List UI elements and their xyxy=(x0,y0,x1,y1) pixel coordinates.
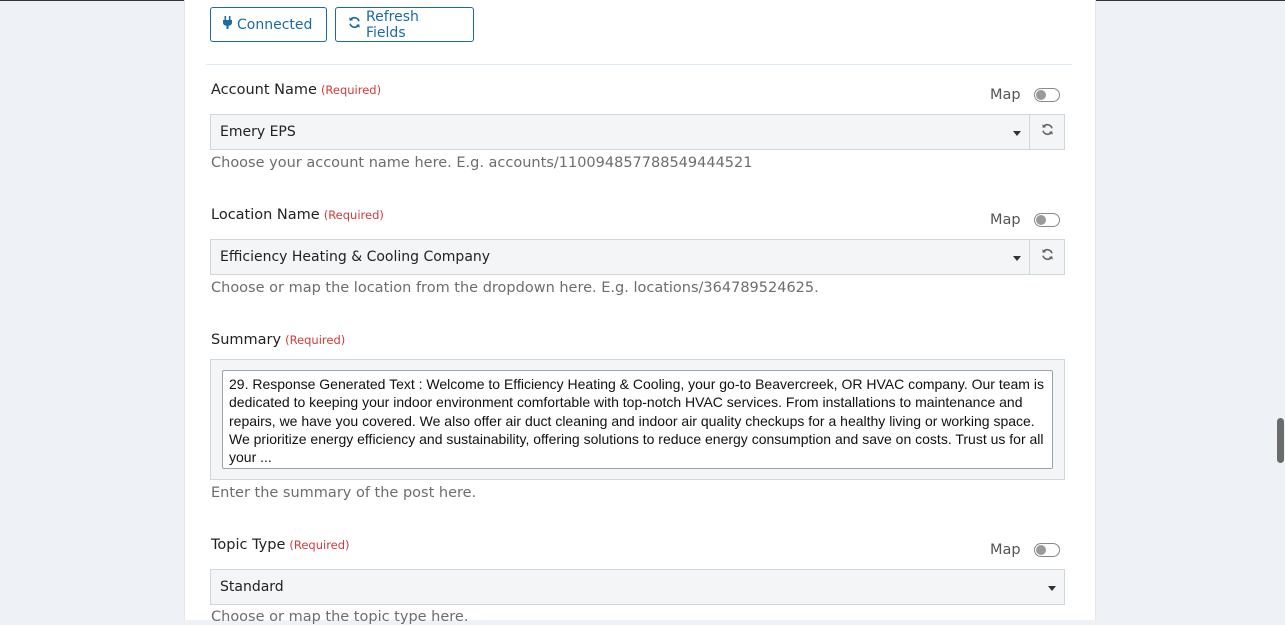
required-marker: (Required) xyxy=(320,83,382,97)
location-name-label: Location Name (Required) xyxy=(211,207,384,223)
summary-label: Summary (Required) xyxy=(211,332,345,348)
topic-type-select[interactable]: Standard xyxy=(210,569,1065,605)
account-map-toggle[interactable] xyxy=(1034,88,1060,102)
summary-field-wrapper: 29. Response Generated Text : Welcome to… xyxy=(210,359,1065,480)
page-scrollbar-thumb[interactable] xyxy=(1277,418,1284,463)
plug-icon xyxy=(223,16,232,33)
account-name-select[interactable]: Emery EPS xyxy=(210,114,1030,150)
account-name-text: Account Name xyxy=(211,82,317,98)
toggle-knob xyxy=(1036,215,1046,225)
toggle-knob xyxy=(1036,545,1046,555)
required-marker: (Required) xyxy=(289,538,350,552)
topic-type-text: Topic Type xyxy=(211,537,286,553)
location-map-toggle[interactable] xyxy=(1034,213,1060,227)
topic-map-toggle[interactable] xyxy=(1034,543,1060,557)
summary-text-label: Summary xyxy=(211,332,282,348)
topic-map-label: Map xyxy=(990,542,1021,558)
refresh-icon xyxy=(348,16,361,33)
refresh-fields-label: Refresh Fields xyxy=(366,8,419,41)
refresh-icon xyxy=(1041,248,1054,266)
location-map-label: Map xyxy=(990,212,1021,228)
summary-textarea[interactable]: 29. Response Generated Text : Welcome to… xyxy=(222,370,1053,469)
caret-down-icon xyxy=(1013,256,1021,261)
topic-type-label: Topic Type (Required) xyxy=(211,537,350,553)
required-marker: (Required) xyxy=(285,333,346,347)
connected-button[interactable]: Connected xyxy=(210,7,327,42)
location-name-select[interactable]: Efficiency Heating & Cooling Company xyxy=(210,239,1030,275)
caret-down-icon xyxy=(1013,131,1021,136)
account-name-value: Emery EPS xyxy=(220,124,296,140)
refresh-fields-button[interactable]: Refresh Fields xyxy=(335,7,474,42)
location-refresh-button[interactable] xyxy=(1030,239,1065,275)
required-marker: (Required) xyxy=(323,208,384,222)
refresh-icon xyxy=(1041,123,1054,141)
account-map-label: Map xyxy=(990,87,1021,103)
caret-down-icon xyxy=(1048,586,1056,591)
account-name-help: Choose your account name here. E.g. acco… xyxy=(211,155,753,171)
location-name-text: Location Name xyxy=(211,207,320,223)
location-name-help: Choose or map the location from the drop… xyxy=(211,280,819,296)
account-refresh-button[interactable] xyxy=(1030,114,1065,150)
connected-label: Connected xyxy=(237,16,313,33)
account-name-label: Account Name (Required) xyxy=(211,82,381,98)
topic-type-value: Standard xyxy=(220,579,284,595)
topic-type-help: Choose or map the topic type here. xyxy=(211,609,469,625)
location-name-value: Efficiency Heating & Cooling Company xyxy=(220,249,491,265)
toggle-knob xyxy=(1036,90,1046,100)
summary-help: Enter the summary of the post here. xyxy=(211,485,477,501)
section-divider xyxy=(206,64,1072,65)
